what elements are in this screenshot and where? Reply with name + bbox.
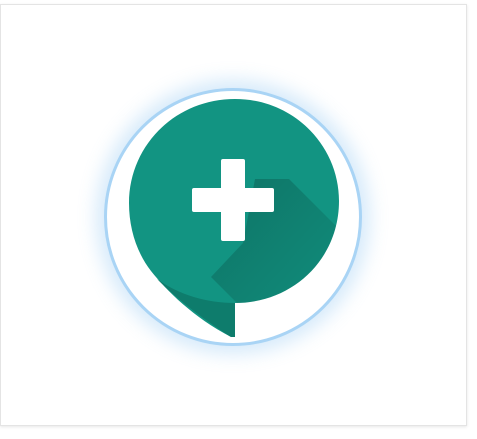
app-icon-button[interactable] <box>104 88 362 346</box>
speech-bubble-plus-icon <box>129 99 339 337</box>
